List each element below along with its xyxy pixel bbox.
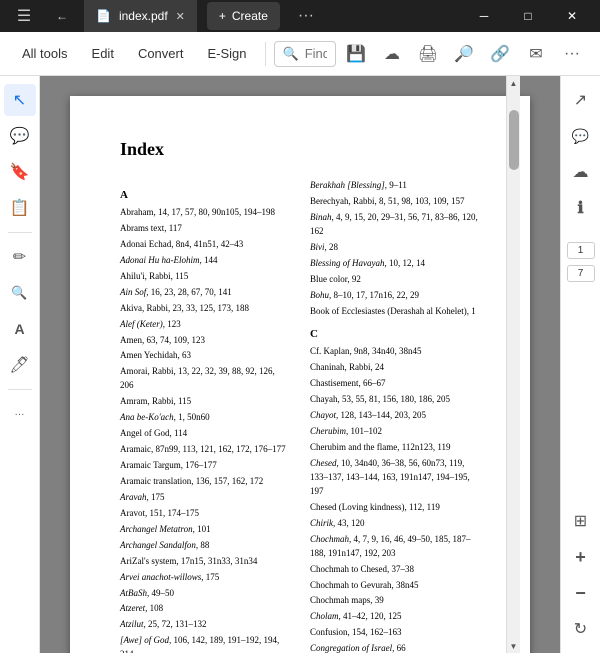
link-icon-button[interactable]: 🔗 xyxy=(484,38,516,70)
chat-button[interactable]: 💬 xyxy=(565,120,597,152)
pdf-scrollbar[interactable]: ▲ ▼ xyxy=(506,76,520,653)
pdf-tab[interactable]: 📄 index.pdf ✕ xyxy=(84,0,197,32)
zoom-icon-button[interactable]: 🔎 xyxy=(448,38,480,70)
cloud-icon-button[interactable]: ☁ xyxy=(376,38,408,70)
minimize-button[interactable]: ─ xyxy=(464,0,504,32)
toolbar-separator xyxy=(265,42,266,66)
section-c: C xyxy=(310,326,480,343)
pdf-title: Index xyxy=(120,136,480,163)
zoom-in-button[interactable]: + xyxy=(565,541,597,573)
text-tool-button[interactable]: A xyxy=(4,313,36,345)
scroll-up-button[interactable]: ▲ xyxy=(507,76,521,90)
plus-icon: + xyxy=(219,9,226,23)
pdf-viewer[interactable]: Index A Abraham, 14, 17, 57, 80, 90n105,… xyxy=(40,76,560,653)
title-bar: ☰ ← 📄 index.pdf ✕ + Create ··· ─ □ ✕ xyxy=(0,0,600,32)
panel-separator-2 xyxy=(8,389,32,390)
more-options-button[interactable]: ··· xyxy=(556,38,588,70)
cloud-button[interactable]: ☁ xyxy=(565,156,597,188)
new-tab-label: Create xyxy=(232,9,268,23)
convert-label: Convert xyxy=(138,46,184,61)
search-icon: 🔍 xyxy=(283,46,299,62)
zoom-out-button[interactable]: − xyxy=(565,577,597,609)
all-tools-button[interactable]: All tools xyxy=(12,40,78,67)
scroll-track[interactable] xyxy=(507,90,520,639)
comment-tool-button[interactable]: 💬 xyxy=(4,120,36,152)
toolbar-right-icons: 💾 ☁ 🖨 🔎 🔗 ✉ ··· xyxy=(340,38,588,70)
scroll-thumb[interactable] xyxy=(509,110,519,170)
save-icon-button[interactable]: 💾 xyxy=(340,38,372,70)
maximize-button[interactable]: □ xyxy=(508,0,548,32)
pen-tool-button[interactable]: ✏ xyxy=(4,241,36,273)
search-tool-button[interactable]: 🔍 xyxy=(4,277,36,309)
new-tab-button[interactable]: + Create xyxy=(207,2,280,30)
edit-button[interactable]: Edit xyxy=(82,40,124,67)
stamp-tool-button[interactable]: 🖊 xyxy=(4,349,36,381)
pdf-left-column: A Abraham, 14, 17, 57, 80, 90n105, 194–1… xyxy=(120,179,290,653)
tab-close-button[interactable]: ✕ xyxy=(176,10,185,23)
title-bar-left: ☰ ← 📄 index.pdf ✕ + Create ··· xyxy=(8,0,464,32)
esign-button[interactable]: E-Sign xyxy=(197,40,256,67)
email-icon-button[interactable]: ✉ xyxy=(520,38,552,70)
edit-label: Edit xyxy=(92,46,114,61)
section-a: A xyxy=(120,187,290,204)
main-area: ↖ 💬 🔖 📋 ✏ 🔍 A 🖊 ··· Index A Abraham, 14,… xyxy=(0,76,600,653)
title-bar-controls: ─ □ ✕ xyxy=(464,0,592,32)
search-input[interactable] xyxy=(305,46,327,61)
page-indicator-total: 7 xyxy=(567,265,595,282)
toolbar: All tools Edit Convert E-Sign 🔍 💾 ☁ 🖨 🔎 … xyxy=(0,32,600,76)
panel-separator xyxy=(8,232,32,233)
more-tools-button[interactable]: ··· xyxy=(4,398,36,430)
all-tools-label: All tools xyxy=(22,46,68,61)
print-icon-button[interactable]: 🖨 xyxy=(412,38,444,70)
left-panel: ↖ 💬 🔖 📋 ✏ 🔍 A 🖊 ··· xyxy=(0,76,40,653)
rotate-button[interactable]: ↻ xyxy=(565,613,597,645)
right-panel-top: ↗ 💬 ☁ ℹ xyxy=(565,84,597,224)
scroll-down-button[interactable]: ▼ xyxy=(507,639,521,653)
pdf-right-column: Berakhah [Blessing], 9–11 Berechyah, Rab… xyxy=(310,179,480,653)
back-button[interactable]: ← xyxy=(46,0,78,32)
share-button[interactable]: ↗ xyxy=(565,84,597,116)
convert-button[interactable]: Convert xyxy=(128,40,194,67)
info-button[interactable]: ℹ xyxy=(565,192,597,224)
more-tabs-button[interactable]: ··· xyxy=(290,0,322,32)
page-indicator-current: 1 xyxy=(567,242,595,259)
zoom-fit-button[interactable]: ⊞ xyxy=(565,505,597,537)
bookmark-tool-button[interactable]: 🔖 xyxy=(4,156,36,188)
cursor-tool-button[interactable]: ↖ xyxy=(4,84,36,116)
right-panel-bottom: ⊞ + − ↻ xyxy=(565,505,597,645)
search-bar[interactable]: 🔍 xyxy=(274,41,337,67)
pdf-page: Index A Abraham, 14, 17, 57, 80, 90n105,… xyxy=(70,96,530,653)
layers-tool-button[interactable]: 📋 xyxy=(4,192,36,224)
esign-label: E-Sign xyxy=(207,46,246,61)
pdf-content: A Abraham, 14, 17, 57, 80, 90n105, 194–1… xyxy=(120,179,480,653)
hamburger-menu[interactable]: ☰ xyxy=(8,0,40,32)
close-button[interactable]: ✕ xyxy=(552,0,592,32)
tab-label: index.pdf xyxy=(119,9,168,23)
right-panel: ↗ 💬 ☁ ℹ 1 7 ⊞ + − ↻ xyxy=(560,76,600,653)
tab-icon: 📄 xyxy=(96,9,111,23)
